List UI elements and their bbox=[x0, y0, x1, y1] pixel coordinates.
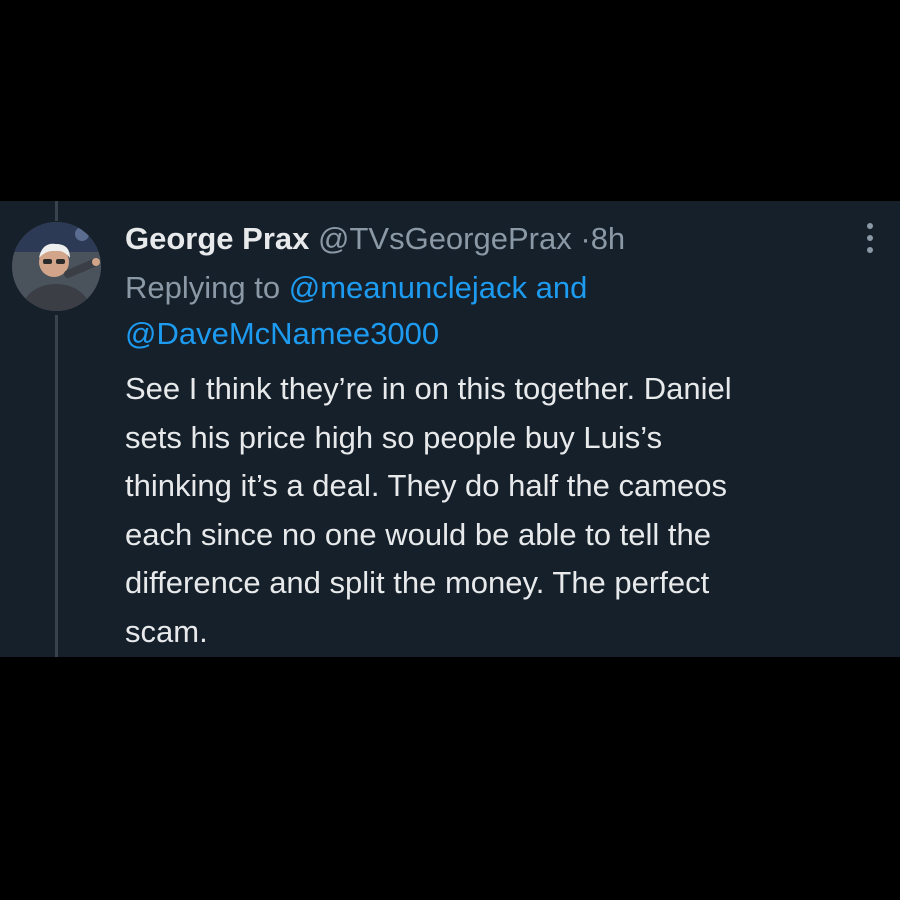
tweet-text-line: See I think they’re in on this together.… bbox=[125, 371, 732, 406]
replying-to: Replying to @meanunclejack and @DaveMcNa… bbox=[125, 265, 825, 357]
more-options-icon[interactable] bbox=[858, 221, 882, 255]
tweet-timestamp[interactable]: 8h bbox=[591, 221, 625, 256]
tweet-text: See I think they’re in on this together.… bbox=[125, 365, 860, 656]
tweet-text-line: difference and split the money. The perf… bbox=[125, 565, 710, 600]
reply-conjunction[interactable]: and bbox=[536, 270, 588, 305]
tweet-text-line: scam. bbox=[125, 613, 208, 649]
avatar-image bbox=[12, 222, 101, 311]
replying-to-label: Replying to bbox=[125, 270, 281, 305]
tweet-text-line: each since no one would be able to tell … bbox=[125, 516, 711, 552]
author-display-name[interactable]: George Prax bbox=[125, 221, 309, 256]
author-avatar[interactable] bbox=[12, 222, 101, 311]
author-handle[interactable]: @TVsGeorgePrax bbox=[318, 221, 572, 256]
tweet-text-line: sets his price high so people buy Luis’s bbox=[125, 419, 663, 455]
thread-line-top bbox=[55, 201, 58, 221]
tweet-text-line: thinking it’s a deal. They do half the c… bbox=[125, 468, 728, 503]
reply-mention-davemcnamee3000[interactable]: @DaveMcNamee3000 bbox=[125, 316, 439, 351]
thread-line-bottom bbox=[55, 315, 58, 657]
tweet-header: George Prax @TVsGeorgePrax ·8h bbox=[125, 217, 625, 261]
tweet-card[interactable]: George Prax @TVsGeorgePrax ·8h Replying … bbox=[0, 201, 900, 657]
header-separator: · bbox=[580, 221, 591, 256]
reply-mention-meanunclejack[interactable]: @meanunclejack bbox=[289, 270, 527, 305]
